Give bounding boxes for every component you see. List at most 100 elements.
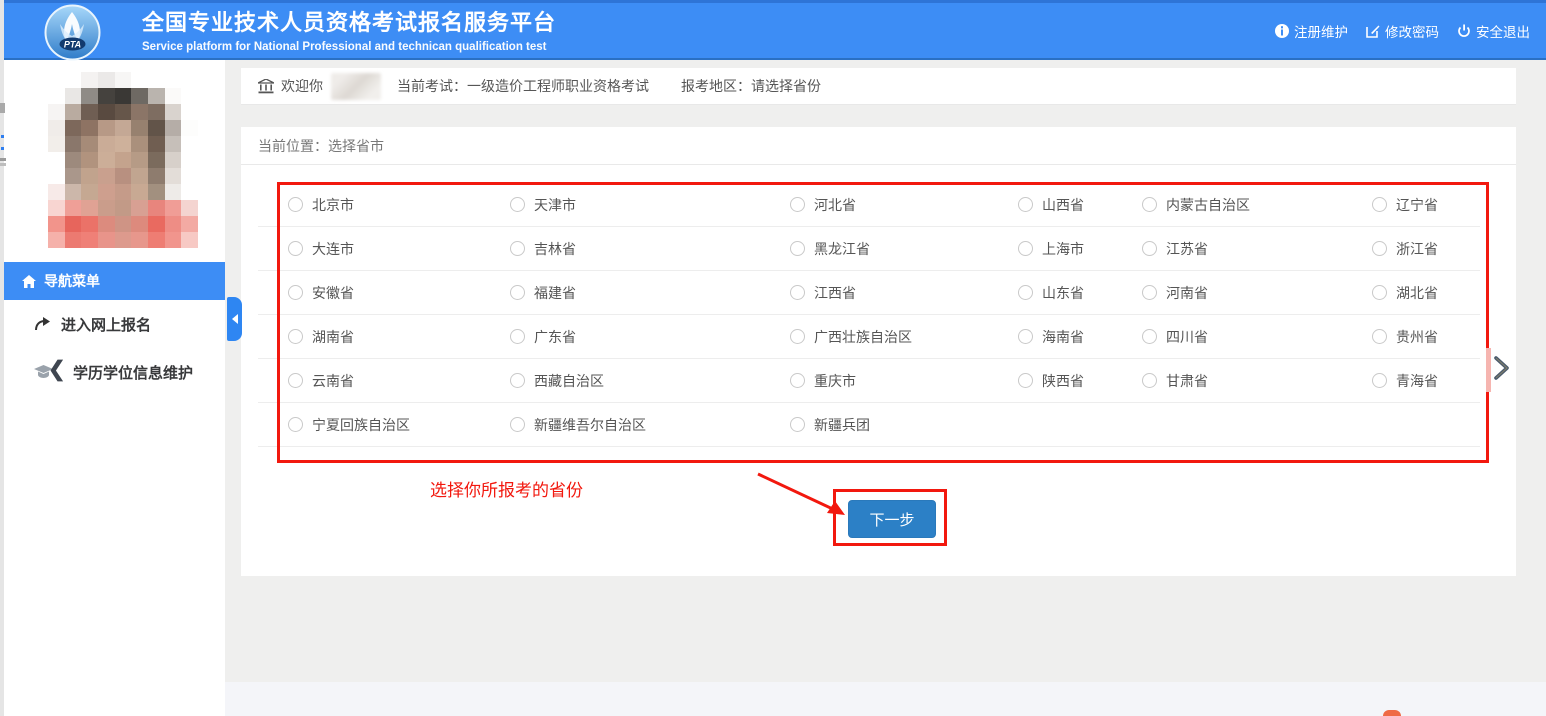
radio-icon[interactable]: [1018, 373, 1033, 388]
radio-icon[interactable]: [288, 197, 303, 212]
province-option[interactable]: 福建省: [480, 271, 760, 315]
sidebar-item-online-registration[interactable]: 进入网上报名: [4, 312, 225, 336]
province-label: 上海市: [1042, 239, 1084, 259]
sidebar-collapse-handle[interactable]: [227, 297, 242, 341]
radio-icon[interactable]: [288, 329, 303, 344]
next-page-chevron-icon[interactable]: [1492, 355, 1512, 381]
empty-cell: [988, 403, 1112, 447]
province-option[interactable]: 四川省: [1112, 315, 1342, 359]
registration-maintenance-link[interactable]: 注册维护: [1275, 21, 1348, 41]
province-option[interactable]: 山西省: [988, 183, 1112, 227]
radio-icon[interactable]: [510, 285, 525, 300]
province-label: 广西壮族自治区: [814, 327, 912, 347]
province-option[interactable]: 大连市: [258, 227, 480, 271]
radio-icon[interactable]: [1018, 329, 1033, 344]
province-option[interactable]: 河南省: [1112, 271, 1342, 315]
radio-icon[interactable]: [1018, 241, 1033, 256]
page-subtitle: Service platform for National Profession…: [142, 41, 556, 53]
safe-logout-link[interactable]: 安全退出: [1457, 21, 1530, 41]
province-option[interactable]: 广西壮族自治区: [760, 315, 988, 359]
radio-icon[interactable]: [1142, 285, 1157, 300]
sidebar: 导航菜单 进入网上报名 ❮ 学历学位信息维护: [4, 60, 225, 716]
redo-arrow-icon: [34, 317, 51, 332]
province-option[interactable]: 宁夏回族自治区: [258, 403, 480, 447]
edit-icon: [1366, 24, 1380, 38]
edge-artifact: [0, 158, 6, 161]
pta-logo-icon: PTA: [44, 4, 101, 61]
radio-icon[interactable]: [1372, 285, 1387, 300]
radio-icon[interactable]: [510, 197, 525, 212]
radio-icon[interactable]: [790, 373, 805, 388]
link-label: 修改密码: [1385, 21, 1439, 41]
province-label: 内蒙古自治区: [1166, 195, 1250, 215]
province-option[interactable]: 江苏省: [1112, 227, 1342, 271]
province-label: 大连市: [312, 239, 354, 259]
province-label: 重庆市: [814, 371, 856, 391]
radio-icon[interactable]: [1142, 373, 1157, 388]
province-option[interactable]: 上海市: [988, 227, 1112, 271]
radio-icon[interactable]: [1142, 329, 1157, 344]
province-option[interactable]: 新疆兵团: [760, 403, 988, 447]
change-password-link[interactable]: 修改密码: [1366, 21, 1439, 41]
province-option[interactable]: 贵州省: [1342, 315, 1480, 359]
province-label: 黑龙江省: [814, 239, 870, 259]
annotation-arrow: [741, 467, 871, 537]
avatar: [48, 72, 198, 248]
province-option[interactable]: 山东省: [988, 271, 1112, 315]
radio-icon[interactable]: [790, 417, 805, 432]
radio-icon[interactable]: [1018, 285, 1033, 300]
province-label: 山西省: [1042, 195, 1084, 215]
radio-icon[interactable]: [790, 241, 805, 256]
province-option[interactable]: 湖南省: [258, 315, 480, 359]
exam-region-label: 报考地区：请选择省份: [681, 76, 821, 96]
radio-icon[interactable]: [790, 329, 805, 344]
app-header: PTA 全国专业技术人员资格考试报名服务平台 Service platform …: [0, 0, 1546, 60]
province-option[interactable]: 内蒙古自治区: [1112, 183, 1342, 227]
province-option[interactable]: 辽宁省: [1342, 183, 1480, 227]
province-option[interactable]: 重庆市: [760, 359, 988, 403]
province-option[interactable]: 西藏自治区: [480, 359, 760, 403]
radio-icon[interactable]: [1372, 329, 1387, 344]
province-option[interactable]: 广东省: [480, 315, 760, 359]
province-option[interactable]: 青海省: [1342, 359, 1480, 403]
radio-icon[interactable]: [288, 241, 303, 256]
province-option[interactable]: 甘肃省: [1112, 359, 1342, 403]
radio-icon[interactable]: [790, 197, 805, 212]
province-option[interactable]: 吉林省: [480, 227, 760, 271]
province-option[interactable]: 安徽省: [258, 271, 480, 315]
radio-icon[interactable]: [1018, 197, 1033, 212]
province-option[interactable]: 浙江省: [1342, 227, 1480, 271]
province-label: 湖南省: [312, 327, 354, 347]
edge-artifact: [0, 163, 6, 166]
province-option[interactable]: 陕西省: [988, 359, 1112, 403]
province-label: 浙江省: [1396, 239, 1438, 259]
radio-icon[interactable]: [1372, 197, 1387, 212]
radio-icon[interactable]: [1372, 373, 1387, 388]
info-icon: [1275, 24, 1289, 38]
province-option[interactable]: 天津市: [480, 183, 760, 227]
radio-icon[interactable]: [288, 285, 303, 300]
back-chevron-annotation: ❮: [48, 357, 66, 382]
back-to-top-sliver[interactable]: [1383, 710, 1401, 716]
radio-icon[interactable]: [510, 373, 525, 388]
province-label: 天津市: [534, 195, 576, 215]
sidebar-item-education-info[interactable]: ❮ 学历学位信息维护: [4, 360, 225, 384]
province-option[interactable]: 云南省: [258, 359, 480, 403]
radio-icon[interactable]: [790, 285, 805, 300]
radio-icon[interactable]: [288, 417, 303, 432]
radio-icon[interactable]: [510, 241, 525, 256]
radio-icon[interactable]: [1372, 241, 1387, 256]
province-option[interactable]: 湖北省: [1342, 271, 1480, 315]
radio-icon[interactable]: [288, 373, 303, 388]
province-option[interactable]: 河北省: [760, 183, 988, 227]
province-option[interactable]: 江西省: [760, 271, 988, 315]
radio-icon[interactable]: [1142, 241, 1157, 256]
province-option[interactable]: 新疆维吾尔自治区: [480, 403, 760, 447]
radio-icon[interactable]: [510, 329, 525, 344]
province-option[interactable]: 海南省: [988, 315, 1112, 359]
radio-icon[interactable]: [510, 417, 525, 432]
province-option[interactable]: 北京市: [258, 183, 480, 227]
radio-icon[interactable]: [1142, 197, 1157, 212]
province-option[interactable]: 黑龙江省: [760, 227, 988, 271]
current-exam-label: 当前考试：一级造价工程师职业资格考试: [397, 76, 649, 96]
